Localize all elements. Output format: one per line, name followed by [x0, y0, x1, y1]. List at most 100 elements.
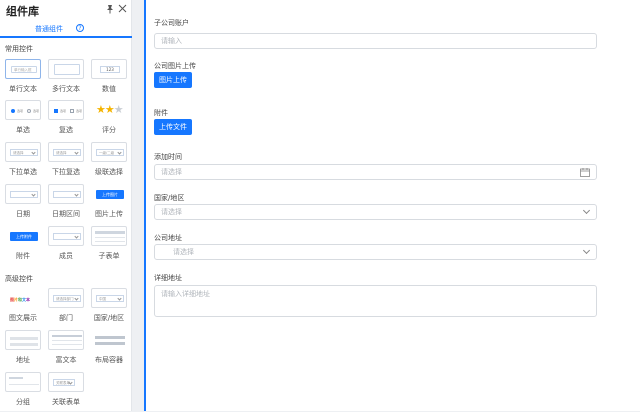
component-single-line-text[interactable]: 单行输入框 单行文本	[3, 59, 43, 99]
component-label: 日期区间	[52, 210, 80, 218]
component-dropdown-multi[interactable]: 请选择 下拉复选	[46, 142, 86, 182]
component-label: 下拉复选	[52, 168, 80, 176]
thumb-toolbar	[52, 335, 82, 337]
thumb-date-field	[10, 191, 38, 198]
component-image-text[interactable]: 图片和文本 图文展示	[3, 288, 43, 328]
component-label: 日期	[16, 210, 30, 218]
thumb-table-row	[95, 237, 125, 238]
field-label-subsidiary-account: 子公司账户	[154, 19, 189, 27]
field-label-company-image: 公司图片上传	[154, 62, 196, 70]
component-label: 布局容器	[95, 356, 123, 364]
component-label: 图文展示	[9, 314, 37, 322]
thumb-address-line	[10, 337, 38, 340]
tab-common-components[interactable]: 普通组件	[35, 24, 63, 34]
help-icon[interactable]: ?	[76, 24, 84, 32]
thumb-text-line	[52, 344, 82, 345]
date-range-thumb	[48, 184, 84, 204]
thumb-text-line	[52, 340, 82, 341]
component-label: 下拉单选	[9, 168, 37, 176]
field-label-attachment: 附件	[154, 109, 168, 117]
thumb-table-header	[95, 231, 125, 234]
layout-container-thumb	[91, 330, 127, 350]
company-address-placeholder: 请选择	[173, 248, 194, 256]
thumb-upload-button: 上传图片	[96, 190, 124, 199]
star-icons: ★★★	[96, 103, 124, 116]
component-date-range[interactable]: 日期区间	[46, 184, 86, 224]
thumb-upload-button: 上传附件	[10, 232, 38, 241]
country-thumb: 中国	[91, 288, 127, 308]
component-address[interactable]: 地址	[3, 330, 43, 370]
thumb-table-row	[95, 241, 125, 242]
thumb-select: 中国	[96, 295, 124, 302]
image-upload-thumb: 上传图片	[91, 184, 127, 204]
component-country-region[interactable]: 中国 国家/地区	[89, 288, 129, 328]
component-dropdown-single[interactable]: 请选择 下拉单选	[3, 142, 43, 182]
component-member[interactable]: 成员	[46, 226, 86, 266]
add-time-date-picker[interactable]: 请选择	[154, 164, 597, 180]
component-label: 子表单	[98, 252, 120, 260]
thumb-address-line	[10, 343, 38, 346]
radio-dot-on	[11, 109, 15, 113]
checkbox-option-label: 选项	[76, 109, 83, 113]
component-label: 图片上传	[95, 210, 123, 218]
thumb-group-line	[9, 384, 39, 385]
checkbox-off	[70, 109, 74, 113]
subform-thumb	[91, 226, 127, 246]
component-checkbox[interactable]: 选项 选项 复选	[46, 100, 86, 140]
dropdown-multi-thumb: 请选择	[48, 142, 84, 162]
detail-address-textarea[interactable]: 请输入详细地址	[154, 285, 597, 317]
company-address-select[interactable]: 请选择	[154, 244, 597, 260]
thumb-rainbow-text: 图片和文本	[10, 297, 30, 302]
panel-title: 组件库	[6, 5, 39, 18]
component-attachment[interactable]: 上传附件 附件	[3, 226, 43, 266]
component-label: 单选	[16, 126, 30, 134]
thumb-number: 123	[100, 66, 120, 73]
component-rating[interactable]: ★★★ 评分	[89, 100, 129, 140]
component-rich-text[interactable]: 富文本	[46, 330, 86, 370]
component-label: 评分	[102, 126, 116, 134]
component-multi-line-text[interactable]: 多行文本	[46, 59, 86, 99]
thumb-select: 请选择	[53, 149, 81, 156]
component-radio[interactable]: 选项 选项 单选	[3, 100, 43, 140]
component-number[interactable]: 123 数值	[89, 59, 129, 99]
close-icon[interactable]	[116, 4, 128, 16]
component-layout-container[interactable]: 布局容器	[89, 330, 129, 370]
tab-underline	[0, 36, 132, 38]
component-date[interactable]: 日期	[3, 184, 43, 224]
component-cascade-select[interactable]: 一级/二级 级联选择	[89, 142, 129, 182]
tab-bar: 普通组件 ?	[0, 22, 132, 38]
field-label-company-address: 公司地址	[154, 234, 182, 242]
checkbox-option-label: 选项	[60, 109, 67, 113]
field-label-country: 国家/地区	[154, 194, 185, 202]
component-label: 国家/地区	[93, 314, 125, 322]
component-image-upload[interactable]: 上传图片 图片上传	[89, 184, 129, 224]
image-upload-button[interactable]: 图片上传	[154, 72, 192, 88]
thumb-select: 请选择	[10, 149, 38, 156]
component-label: 附件	[16, 252, 30, 260]
calendar-icon	[580, 168, 590, 177]
component-label: 级联选择	[95, 168, 123, 176]
chevron-down-icon	[582, 246, 591, 255]
component-linked-form[interactable]: 关联表单 关联表单	[46, 372, 86, 412]
chevron-down-icon	[582, 206, 591, 215]
checkbox-on	[54, 109, 58, 113]
component-label: 成员	[59, 252, 73, 260]
thumb-select: 关联表单	[53, 379, 75, 386]
radio-dot-off	[27, 109, 31, 113]
thumb-layout-bar	[95, 336, 125, 339]
subsidiary-account-input[interactable]: 请输入	[154, 33, 597, 49]
country-placeholder: 请选择	[161, 208, 182, 216]
rich-text-thumb	[48, 330, 84, 350]
component-department[interactable]: 请选择部门 部门	[46, 288, 86, 328]
linked-form-thumb: 关联表单	[48, 372, 84, 392]
country-select[interactable]: 请选择	[154, 204, 597, 220]
thumb-textarea	[54, 64, 80, 75]
upload-file-button[interactable]: 上传文件	[154, 119, 192, 135]
pin-icon[interactable]	[104, 4, 116, 16]
component-subform[interactable]: 子表单	[89, 226, 129, 266]
component-label: 数值	[102, 85, 116, 93]
address-thumb	[5, 330, 41, 350]
section-title-advanced: 高级控件	[5, 275, 33, 283]
component-group[interactable]: 分组	[3, 372, 43, 412]
thumb-select: 一级/二级	[96, 149, 124, 156]
